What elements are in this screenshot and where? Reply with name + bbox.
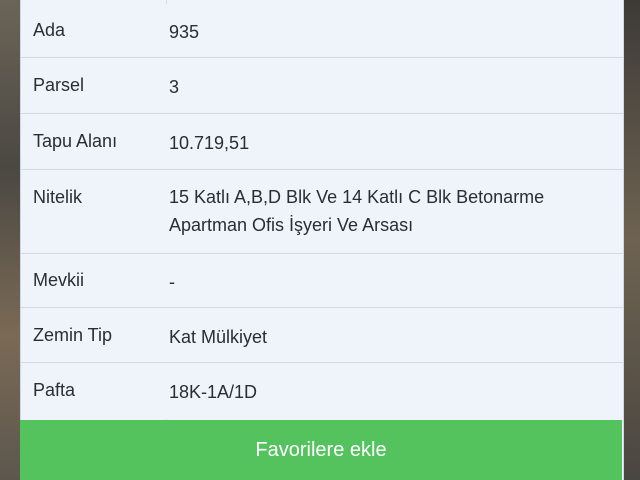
parcel-info-panel: Ada 935 Parsel 3 Tapu Alanı 10.719,51 Ni… [20,0,624,480]
row-value: Kat Mülkiyet [169,327,268,347]
add-to-favorites-button[interactable]: Favorilere ekle [20,420,622,480]
row-ada: Ada 935 [21,4,623,58]
row-value: 3 [169,77,180,97]
row-label: Pafta [33,380,76,400]
row-label: Mevkii [33,270,85,290]
row-nitelik: Nitelik 15 Katlı A,B,D Blk Ve 14 Katlı C… [21,170,623,254]
row-parsel: Parsel 3 [21,58,623,114]
row-label: Tapu Alanı [33,131,118,151]
row-value: 935 [169,22,200,42]
row-pafta: Pafta 18K-1A/1D [21,363,623,419]
row-tapu-alani: Tapu Alanı 10.719,51 [21,114,623,170]
row-zemin-tip: Zemin Tip Kat Mülkiyet [21,308,623,363]
row-label: Nitelik [33,187,83,207]
row-label: Zemin Tip [33,325,113,345]
row-value: 18K-1A/1D [169,382,258,402]
row-value: 15 Katlı A,B,D Blk Ve 14 Katlı C Blk Bet… [169,187,545,235]
row-value: - [169,272,175,292]
row-label: Ada [33,20,66,40]
row-mevkii: Mevkii - [21,254,623,308]
row-value: 10.719,51 [169,133,250,153]
row-label: Parsel [33,75,85,95]
